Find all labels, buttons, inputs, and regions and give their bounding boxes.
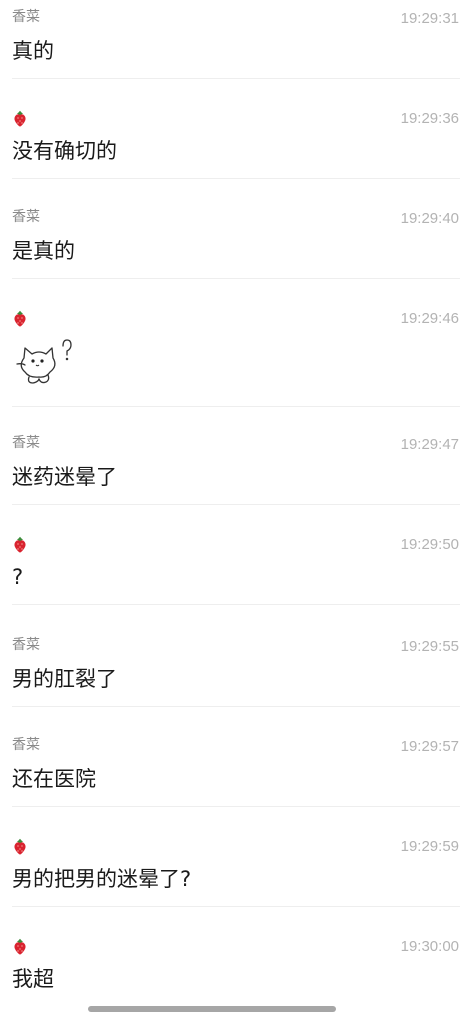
divider xyxy=(12,906,460,907)
strawberry-avatar-icon xyxy=(14,110,26,127)
message-text: 男的把男的迷晕了? xyxy=(12,867,192,891)
strawberry-avatar-icon xyxy=(14,838,26,855)
strawberry-avatar-icon xyxy=(14,536,26,553)
confused-cat-sticker-icon[interactable] xyxy=(12,336,74,388)
message-time: 19:29:36 xyxy=(400,110,459,127)
message-time: 19:29:55 xyxy=(400,638,459,655)
message-time: 19:29:40 xyxy=(400,210,459,227)
message-time: 19:29:46 xyxy=(400,310,459,327)
divider xyxy=(12,806,460,807)
divider xyxy=(12,706,460,707)
message-text: 男的肛裂了 xyxy=(12,667,117,691)
message-time: 19:29:31 xyxy=(400,10,459,27)
divider xyxy=(12,178,460,179)
message-text: 我超 xyxy=(12,967,54,991)
message-time: 19:29:50 xyxy=(400,536,459,553)
strawberry-avatar-icon xyxy=(14,938,26,955)
divider xyxy=(12,504,460,505)
message-text: 没有确切的 xyxy=(12,139,117,163)
message-time: 19:30:00 xyxy=(400,938,459,955)
message-text: ? xyxy=(12,565,24,589)
divider xyxy=(12,278,460,279)
divider xyxy=(12,604,460,605)
sender-name: 香菜 xyxy=(12,209,40,225)
sender-name: 香菜 xyxy=(12,435,40,451)
message-time: 19:29:59 xyxy=(400,838,459,855)
sender-name: 香菜 xyxy=(12,637,40,653)
message-time: 19:29:57 xyxy=(400,738,459,755)
divider xyxy=(12,406,460,407)
home-indicator[interactable] xyxy=(88,1006,336,1012)
message-text: 迷药迷晕了 xyxy=(12,465,117,489)
message-text: 是真的 xyxy=(12,239,75,263)
message-text: 还在医院 xyxy=(12,767,96,791)
sender-name: 香菜 xyxy=(12,737,40,753)
message-text: 真的 xyxy=(12,39,54,63)
sender-name: 香菜 xyxy=(12,9,40,25)
strawberry-avatar-icon xyxy=(14,310,26,327)
divider xyxy=(12,78,460,79)
message-time: 19:29:47 xyxy=(400,436,459,453)
